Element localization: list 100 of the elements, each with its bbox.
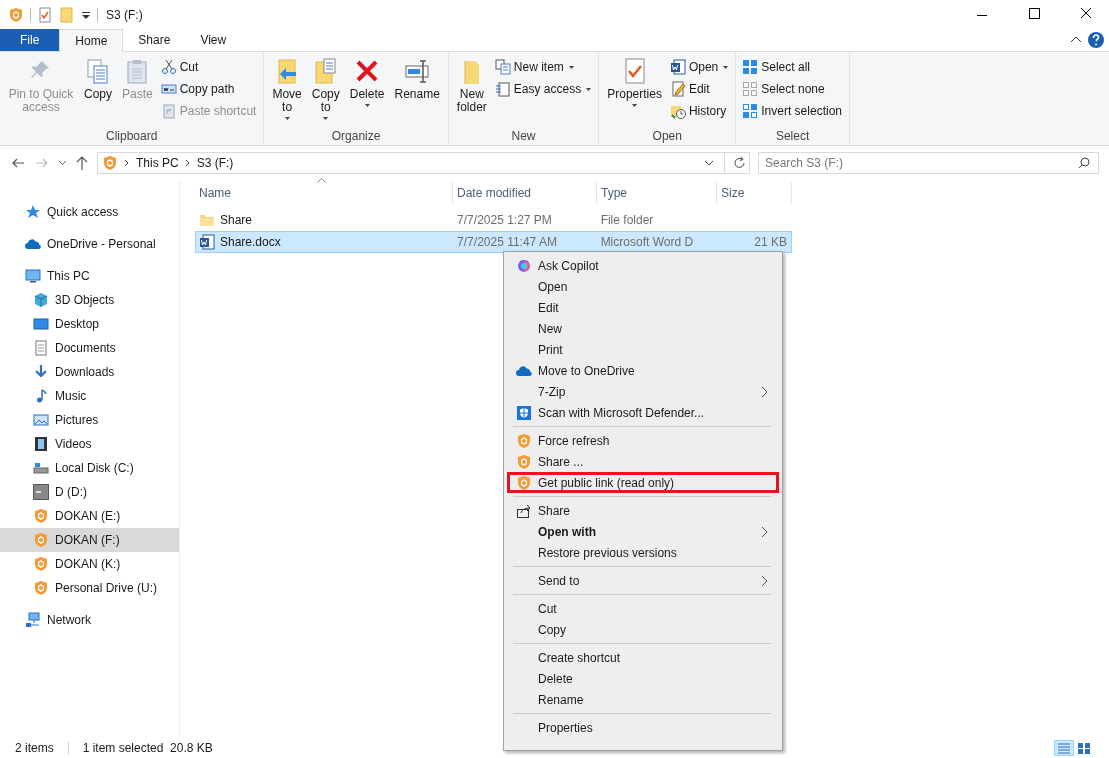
picture-icon <box>33 412 49 428</box>
menu-item[interactable]: Share ... <box>507 451 779 472</box>
menu-item[interactable]: Rename <box>507 689 779 710</box>
menu-item[interactable]: Cut <box>507 598 779 619</box>
group-label: Organize <box>330 128 382 145</box>
menu-item[interactable]: Move to OneDrive <box>507 360 779 381</box>
ribbon-button[interactable]: Rename <box>390 58 444 127</box>
caret-icon <box>723 65 729 69</box>
ribbon-button[interactable]: Select none <box>742 80 845 98</box>
paste-shortcut-icon <box>160 103 177 119</box>
column-header[interactable]: Date modified <box>453 182 597 204</box>
select-all-icon <box>742 59 759 75</box>
menu-item[interactable]: Get public link (read only) <box>507 472 779 493</box>
ribbon-button[interactable]: Copy path <box>160 80 260 98</box>
menu-item[interactable]: Create shortcut <box>507 647 779 668</box>
search-field[interactable]: Search S3 (F:) <box>758 152 1099 174</box>
ribbon-button[interactable]: New item <box>494 58 595 76</box>
selection-info: 1 item selected 20.8 KB <box>82 740 213 757</box>
sidebar-item[interactable]: Documents <box>0 336 179 360</box>
menu-item[interactable]: Copy <box>507 619 779 640</box>
file-row[interactable]: Share 7/7/2025 1:27 PM File folder <box>195 209 792 231</box>
menu-item[interactable]: Ask Copilot <box>507 255 779 276</box>
defender-icon <box>516 404 532 421</box>
ribbon-button[interactable]: Cut <box>160 58 260 76</box>
customize-toolbar-icon[interactable] <box>81 10 91 20</box>
menu-item[interactable]: Send to <box>507 570 779 591</box>
sidebar-item[interactable]: DOKAN (F:) <box>0 528 179 552</box>
sidebar-item[interactable]: Videos <box>0 432 179 456</box>
sidebar-item[interactable]: OneDrive - Personal <box>0 232 179 256</box>
menu-item[interactable]: Open with <box>507 521 779 542</box>
sidebar-item[interactable]: DOKAN (E:) <box>0 504 179 528</box>
caret-icon <box>284 117 290 120</box>
column-header[interactable]: Size <box>717 182 792 204</box>
edit-icon <box>669 81 686 97</box>
menu-item[interactable]: 7-Zip <box>507 381 779 402</box>
sidebar-item[interactable]: Music <box>0 384 179 408</box>
file-tab[interactable]: File <box>0 29 60 51</box>
scissors-icon <box>160 59 177 75</box>
column-header[interactable]: Name <box>195 182 453 204</box>
menu-item[interactable]: Restore previous versions <box>507 542 779 563</box>
ribbon-button[interactable]: Delete <box>345 58 389 127</box>
shield-icon <box>33 532 49 548</box>
sidebar-item[interactable]: D (D:) <box>0 480 179 504</box>
ribbon-button[interactable]: Move to <box>268 58 306 127</box>
address-bar[interactable]: This PC S3 (F:) <box>97 152 750 174</box>
sidebar-item[interactable]: Desktop <box>0 312 179 336</box>
sidebar-item[interactable]: DOKAN (K:) <box>0 552 179 576</box>
date-modified: 7/7/2025 1:27 PM <box>457 213 552 227</box>
help-icon[interactable] <box>1086 30 1106 50</box>
menu-item[interactable]: New <box>507 318 779 339</box>
recent-locations-icon[interactable] <box>58 160 67 166</box>
drive-icon <box>33 460 49 476</box>
file-type: Microsoft Word D <box>600 235 694 249</box>
ribbon-button[interactable]: New folder <box>452 58 491 127</box>
menu-item[interactable]: Open <box>507 276 779 297</box>
sort-ascending-icon <box>317 178 326 183</box>
menu-item[interactable]: Delete <box>507 668 779 689</box>
column-header[interactable]: Type <box>597 182 717 204</box>
ribbon-button[interactable]: Copy to <box>307 58 344 127</box>
breadcrumb[interactable]: This PC <box>136 154 179 172</box>
menu-item[interactable]: Scan with Microsoft Defender... <box>507 402 779 423</box>
ribbon-tab[interactable]: Share <box>123 29 186 51</box>
sidebar-item[interactable]: Pictures <box>0 408 179 432</box>
up-icon[interactable] <box>75 155 89 171</box>
ribbon-button[interactable]: Easy access <box>494 80 595 98</box>
caret-icon <box>632 104 638 107</box>
menu-item[interactable]: Share <box>507 500 779 521</box>
window-title: S3 (F:) <box>106 7 143 24</box>
copy-to-icon <box>312 58 339 86</box>
sidebar-item[interactable]: Downloads <box>0 360 179 384</box>
sidebar-item[interactable]: Local Disk (C:) <box>0 456 179 480</box>
sidebar-item[interactable]: 3D Objects <box>0 288 179 312</box>
caret-icon <box>323 117 329 120</box>
ribbon-button[interactable]: Select all <box>742 58 845 76</box>
shield-icon <box>516 432 532 449</box>
properties-icon[interactable] <box>37 7 53 23</box>
menu-item[interactable]: Force refresh <box>507 430 779 451</box>
breadcrumb[interactable]: S3 (F:) <box>196 154 234 172</box>
ribbon-button[interactable]: Copy <box>80 58 116 127</box>
star-icon <box>25 204 41 220</box>
sidebar-item[interactable]: Quick access <box>0 200 179 224</box>
ribbon-button[interactable]: Properties <box>603 58 666 127</box>
shield-icon <box>102 155 118 171</box>
share-icon <box>516 502 532 519</box>
menu-item[interactable]: Edit <box>507 297 779 318</box>
ribbon-button[interactable]: History <box>669 102 732 120</box>
ribbon-tab[interactable]: Home <box>59 29 124 52</box>
sidebar-item[interactable]: Personal Drive (U:) <box>0 576 179 600</box>
sidebar-item[interactable]: Network <box>0 608 179 632</box>
menu-item[interactable]: Print <box>507 339 779 360</box>
cloud-icon <box>25 236 41 252</box>
sidebar-item[interactable]: This PC <box>0 264 179 288</box>
menu-item[interactable]: Properties <box>507 717 779 738</box>
file-row[interactable]: Share.docx 7/7/2025 11:47 AM Microsoft Word D 21 KB <box>195 231 792 253</box>
ribbon-button[interactable]: Open <box>669 58 732 76</box>
ribbon-button[interactable]: Edit <box>669 80 732 98</box>
date-modified: 7/7/2025 11:47 AM <box>457 235 557 249</box>
dropdown-icon[interactable] <box>704 160 714 166</box>
ribbon-button[interactable]: Invert selection <box>742 102 845 120</box>
ribbon-tab[interactable]: View <box>185 29 242 51</box>
